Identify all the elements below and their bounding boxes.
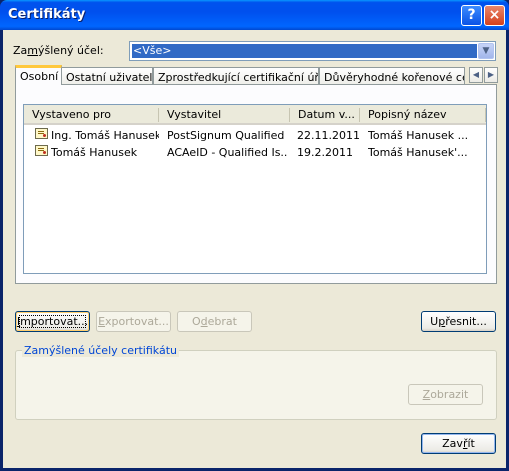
title-bar[interactable]: Certifikáty ? × [0, 0, 509, 30]
purpose-selected-value: <Vše> [132, 44, 477, 58]
certificate-list[interactable]: Vystaveno pro Vystavitel Datum v... Popi… [23, 104, 487, 274]
cell-friendly-name: Tomáš Hanusek'... [368, 146, 468, 159]
column-friendly-name[interactable]: Popisný název [360, 105, 486, 125]
cell-friendly-name: Tomáš Hanusek ... [368, 129, 469, 142]
tab-scroll-left-icon[interactable]: ◀ [469, 67, 483, 83]
purpose-label: Zamýšlený účel: [13, 44, 104, 57]
purpose-dropdown[interactable]: <Vše> ▼ [129, 41, 496, 61]
chevron-down-icon[interactable]: ▼ [478, 43, 494, 59]
cell-issued-to: Ing. Tomáš Hanusek [51, 129, 159, 142]
certificate-icon [35, 128, 48, 139]
view-button[interactable]: Zobrazit [408, 384, 483, 405]
cell-issuer: ACAeID - Qualified Is... [167, 146, 287, 159]
intended-purposes-title: Zamýšlené účely certifikátu [22, 344, 179, 357]
remove-button[interactable]: Odebrat [177, 311, 252, 332]
table-row[interactable]: Tomáš Hanusek ACAeID - Qualified Is... 1… [24, 144, 486, 161]
table-row[interactable]: Ing. Tomáš Hanusek PostSignum Qualified … [24, 127, 486, 144]
close-window-button[interactable]: × [484, 5, 505, 26]
advanced-button[interactable]: Upřesnit... [421, 311, 496, 332]
cell-issued-to: Tomáš Hanusek [51, 146, 138, 159]
dialog-client-area: Zamýšlený účel: <Vše> ▼ Osobní Ostatní u… [3, 30, 506, 468]
cell-date: 19.2.2011 [297, 146, 353, 159]
window-title: Certifikáty [8, 7, 86, 22]
certificates-dialog: Certifikáty ? × Zamýšlený účel: <Vše> ▼ … [0, 0, 509, 471]
export-button[interactable]: Exportovat... [96, 311, 171, 332]
column-issued-to[interactable]: Vystaveno pro [24, 105, 159, 125]
cell-issuer: PostSignum Qualified ... [167, 129, 287, 142]
tab-personal[interactable]: Osobní [15, 65, 62, 85]
column-issuer[interactable]: Vystavitel [159, 105, 290, 125]
tab-scroll-right-icon[interactable]: ▶ [484, 67, 498, 83]
cell-date: 22.11.2011 [297, 129, 359, 142]
import-button[interactable]: Importovat... [15, 311, 90, 332]
close-button[interactable]: Zavřít [421, 433, 496, 454]
certificate-icon [35, 145, 48, 156]
help-button[interactable]: ? [461, 5, 482, 26]
column-expiration-date[interactable]: Datum v... [290, 105, 360, 125]
